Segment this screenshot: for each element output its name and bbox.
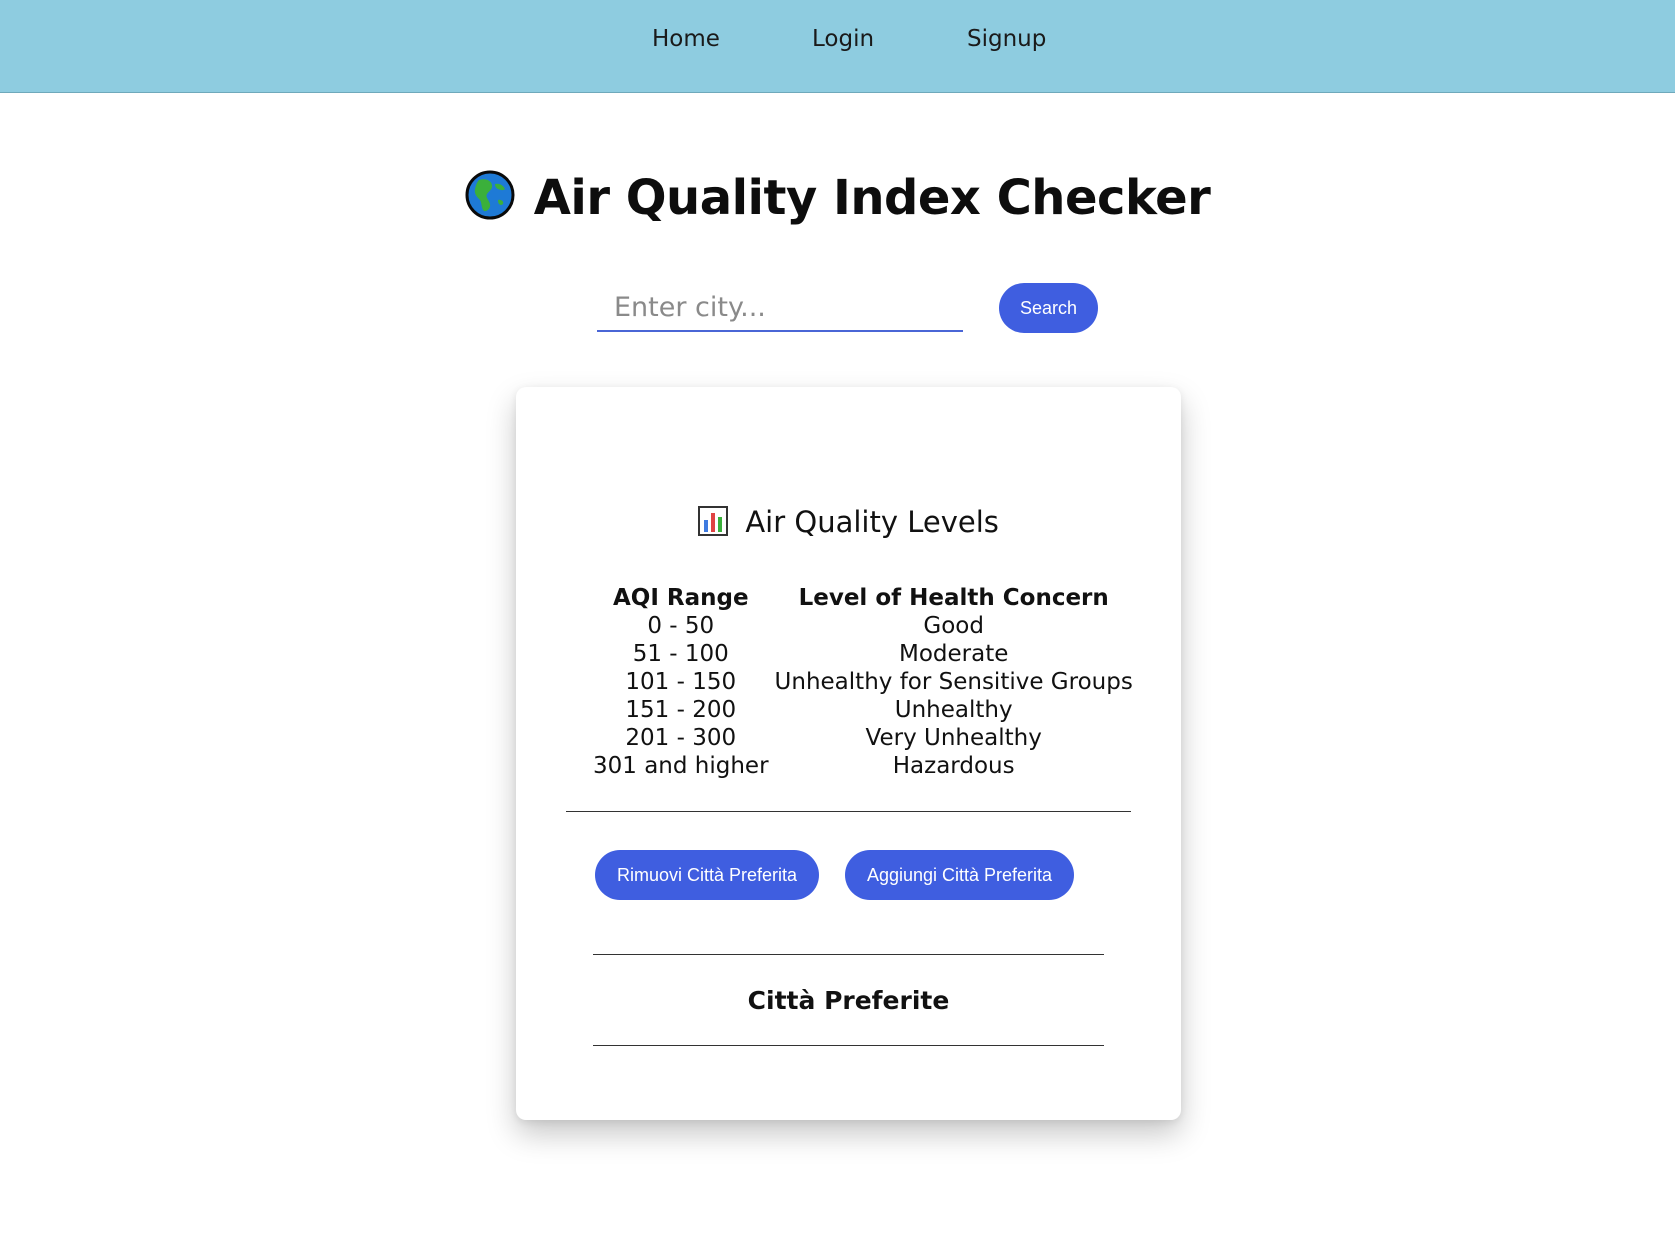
results-card: Air Quality Levels AQI Range Level of He… — [516, 387, 1181, 1120]
nav-home-link[interactable]: Home — [652, 26, 720, 52]
health-concern-cell: Very Unhealthy — [865, 725, 1042, 751]
title-row: Air Quality Index Checker — [0, 170, 1675, 226]
aqi-levels-table: AQI Range Level of Health Concern 0 - 50… — [590, 584, 1136, 780]
bar-chart-icon — [698, 506, 729, 536]
health-concern-cell: Unhealthy for Sensitive Groups — [774, 669, 1133, 695]
city-search-input[interactable] — [597, 284, 963, 332]
aqi-range-cell: 0 - 50 — [647, 613, 715, 639]
aqi-range-cell: 151 - 200 — [625, 697, 737, 723]
table-row: 0 - 50 Good — [590, 612, 1136, 640]
table-header-row: AQI Range Level of Health Concern — [590, 584, 1136, 612]
top-navbar: Home Login Signup — [0, 0, 1675, 93]
aqi-range-cell: 101 - 150 — [625, 669, 737, 695]
aqi-range-cell: 301 and higher — [593, 753, 769, 779]
health-concern-cell: Good — [923, 613, 984, 639]
nav-signup-link[interactable]: Signup — [967, 26, 1046, 52]
table-row: 301 and higher Hazardous — [590, 752, 1136, 780]
nav-login-link[interactable]: Login — [812, 26, 874, 52]
table-row: 151 - 200 Unhealthy — [590, 696, 1136, 724]
remove-favorite-city-button[interactable]: Rimuovi Città Preferita — [595, 850, 819, 900]
table-row: 51 - 100 Moderate — [590, 640, 1136, 668]
column-header-aqi-range: AQI Range — [612, 585, 749, 611]
search-button[interactable]: Search — [999, 283, 1098, 333]
page-title: Air Quality Index Checker — [533, 170, 1211, 226]
divider — [593, 1045, 1104, 1046]
favorite-cities-heading: Città Preferite — [747, 986, 950, 1015]
levels-heading-row: Air Quality Levels — [516, 505, 1181, 539]
health-concern-cell: Unhealthy — [894, 697, 1013, 723]
health-concern-cell: Hazardous — [892, 753, 1015, 779]
globe-icon — [465, 170, 515, 220]
levels-heading: Air Quality Levels — [745, 505, 999, 539]
health-concern-cell: Moderate — [898, 641, 1009, 667]
table-row: 201 - 300 Very Unhealthy — [590, 724, 1136, 752]
divider — [593, 954, 1104, 955]
aqi-range-cell: 51 - 100 — [632, 641, 729, 667]
aqi-range-cell: 201 - 300 — [625, 725, 737, 751]
column-header-health-concern: Level of Health Concern — [798, 585, 1109, 611]
divider — [566, 811, 1131, 812]
table-row: 101 - 150 Unhealthy for Sensitive Groups — [590, 668, 1136, 696]
add-favorite-city-button[interactable]: Aggiungi Città Preferita — [845, 850, 1074, 900]
